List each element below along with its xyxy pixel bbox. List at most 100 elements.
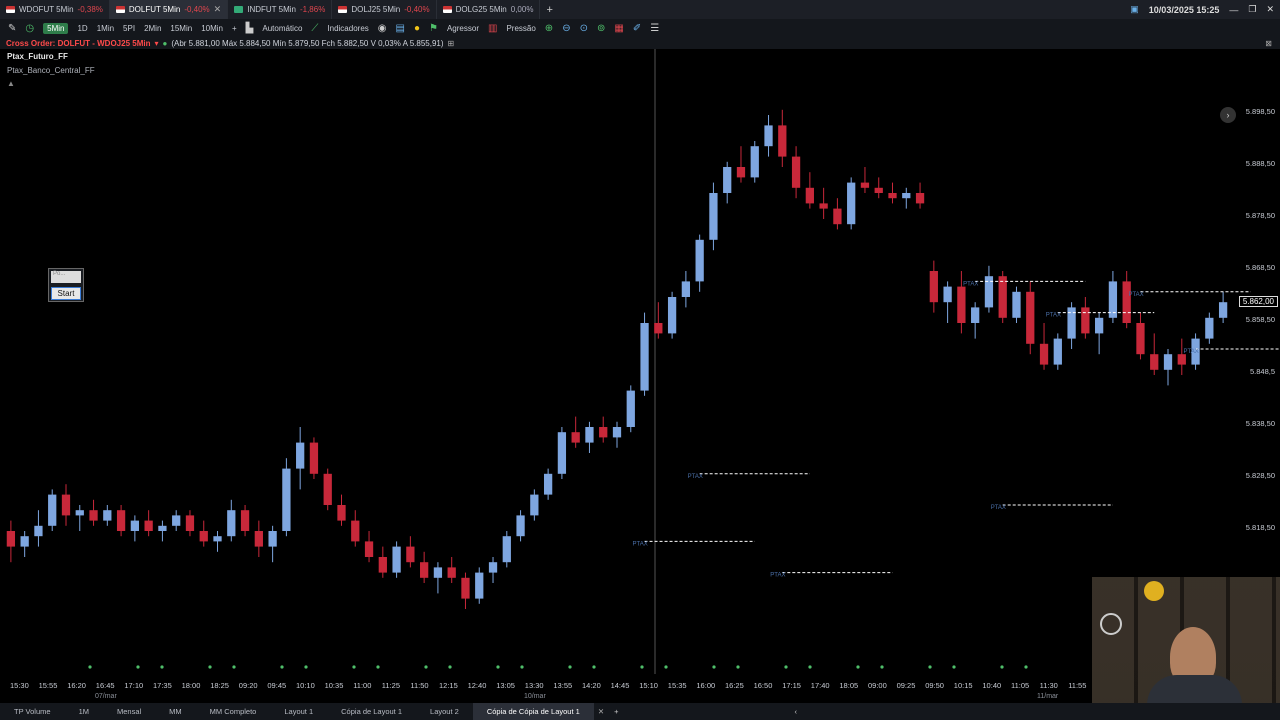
candle-body: [599, 427, 608, 438]
zoom-reset-icon[interactable]: ⊙: [580, 23, 588, 34]
minimize-icon[interactable]: —: [1229, 5, 1238, 15]
timeframe-15min[interactable]: 15Min: [170, 24, 192, 33]
template-icon[interactable]: ▦: [614, 23, 623, 34]
signal-dot: [520, 665, 524, 669]
scroll-left-icon[interactable]: ‹: [795, 707, 798, 716]
timeframe-2min[interactable]: 2Min: [144, 24, 161, 33]
close-window-icon[interactable]: ✕: [1266, 4, 1274, 15]
candle-body: [392, 546, 401, 573]
zoom-out-icon[interactable]: ⊖: [562, 23, 570, 34]
add-timeframe-icon[interactable]: +: [232, 24, 237, 33]
candle-body: [984, 276, 994, 308]
agressor-icon[interactable]: ⚑: [429, 23, 438, 34]
pressao-button[interactable]: Pressão: [506, 24, 535, 33]
timeframe-1min[interactable]: 1Min: [97, 24, 114, 33]
zoom-fit-icon[interactable]: ⊚: [597, 23, 605, 34]
tab-tp-volume[interactable]: TP Volume: [0, 703, 65, 720]
add-layout-icon[interactable]: +: [608, 707, 624, 716]
tab-copia-copia-layout-1[interactable]: Cópia de Cópia de Layout 1: [472, 703, 594, 720]
ptax-label: PTAX: [1128, 292, 1143, 298]
flag-icon: [338, 6, 348, 13]
tab-copia-layout-1[interactable]: Cópia de Layout 1: [327, 703, 416, 720]
automatico-button[interactable]: Automático: [262, 24, 302, 33]
tab-mm-completo[interactable]: MM Completo: [196, 703, 271, 720]
ptax-label: PTAX: [963, 281, 978, 287]
pencil-icon[interactable]: ✎: [8, 23, 16, 34]
close-layout-icon[interactable]: ✕: [594, 707, 608, 716]
bar-chart-icon[interactable]: ▙: [246, 23, 254, 34]
add-indicator-icon[interactable]: ⊞: [448, 39, 455, 48]
price-tick-label: 5.848,5: [1249, 367, 1275, 377]
position-field[interactable]: Po...: [51, 271, 81, 283]
signal-dot: [880, 665, 884, 669]
signal-dot: [160, 665, 164, 669]
price-tick-label: 5.838,50: [1245, 419, 1275, 429]
candle-body: [502, 536, 511, 563]
maximize-chart-icon[interactable]: ⊠: [1265, 39, 1272, 48]
chart-area[interactable]: Ptax_Futuro_FF Ptax_Banco_Central_FF ▲ ›…: [0, 49, 1280, 700]
cross-order-label[interactable]: Cross Order: DOLFUT - WDOJ25 5Min: [6, 39, 150, 48]
price-tick-label: 5.878,50: [1245, 211, 1275, 221]
start-button[interactable]: Start: [51, 287, 81, 300]
tab-layout-2[interactable]: Layout 2: [416, 703, 473, 720]
timeframe-5pi[interactable]: 5PI: [123, 24, 135, 33]
price-tick-label: 5.888,50: [1245, 159, 1275, 169]
candle-body: [929, 271, 938, 303]
tab-1m[interactable]: 1M: [65, 703, 103, 720]
tab-wdofut[interactable]: WDOFUT 5Min -0,38%: [0, 0, 110, 19]
add-tab-icon[interactable]: +: [540, 4, 558, 16]
tab-dolfut[interactable]: DOLFUT 5Min -0,40% ✕: [109, 0, 229, 19]
candle-body: [1053, 338, 1062, 365]
restore-icon[interactable]: ❐: [1248, 4, 1256, 15]
time-tick-label: 16:45: [95, 681, 115, 690]
signal-dot: [736, 665, 740, 669]
tab-mensal[interactable]: Mensal: [103, 703, 155, 720]
settings-icon[interactable]: ☰: [650, 23, 659, 34]
candle-body: [268, 531, 277, 547]
candle-body: [75, 510, 84, 516]
time-tick-label: 17:35: [153, 681, 172, 690]
candle-body: [915, 193, 925, 204]
zoom-in-icon[interactable]: ⊕: [545, 23, 553, 34]
tab-layout-1[interactable]: Layout 1: [270, 703, 327, 720]
coin-icon[interactable]: ●: [414, 23, 420, 34]
tab-dolg25[interactable]: DOLG25 5Min 0,00%: [437, 0, 541, 19]
candle-body: [750, 146, 759, 178]
edit-icon[interactable]: ✐: [633, 23, 641, 34]
tab-dolj25[interactable]: DOLJ25 5Min -0,40%: [332, 0, 437, 19]
time-tick-label: 10:10: [296, 681, 315, 690]
time-tick-label: 18:00: [181, 681, 201, 690]
tab-mm[interactable]: MM: [155, 703, 196, 720]
dropdown-icon[interactable]: ▾: [154, 39, 158, 48]
eye-icon[interactable]: ◉: [378, 23, 387, 34]
candle-body: [461, 577, 470, 599]
timeframe-10min[interactable]: 10Min: [201, 24, 223, 33]
book-icon[interactable]: ▤: [396, 23, 405, 34]
time-tick-label: 11:50: [410, 681, 429, 690]
candle-body: [626, 390, 635, 427]
close-icon[interactable]: ✕: [214, 4, 222, 15]
candle-body: [20, 536, 29, 547]
line-chart-icon[interactable]: ⟋: [311, 23, 318, 34]
time-tick-label: 11:25: [381, 681, 401, 690]
pressure-icon[interactable]: ▥: [488, 23, 497, 34]
candle-body: [667, 297, 677, 334]
agressor-button[interactable]: Agressor: [447, 24, 479, 33]
timeframe-1d[interactable]: 1D: [77, 24, 87, 33]
candlestick-chart[interactable]: PTAX PTAX PTAX PTAX PTAX PTAX PTAX PTAX: [0, 49, 1280, 691]
time-tick-label: 11:05: [1011, 681, 1030, 690]
ptax-label: PTAX: [770, 573, 785, 579]
candle-body: [1122, 281, 1131, 323]
ptax-label: PTAX: [991, 505, 1006, 511]
candle-body: [778, 125, 787, 157]
indicadores-button[interactable]: Indicadores: [327, 24, 368, 33]
candle-body: [998, 276, 1007, 318]
clock-icon[interactable]: ◷: [25, 23, 34, 34]
signal-dot: [592, 665, 596, 669]
flag-icon: [115, 6, 125, 13]
start-widget: Po... Start: [48, 268, 84, 302]
timeframe-5min[interactable]: 5Min: [43, 22, 69, 34]
signal-dot: [712, 665, 716, 669]
tab-indfut[interactable]: INDFUT 5Min -1,86%: [228, 0, 333, 19]
candle-body: [571, 432, 580, 443]
